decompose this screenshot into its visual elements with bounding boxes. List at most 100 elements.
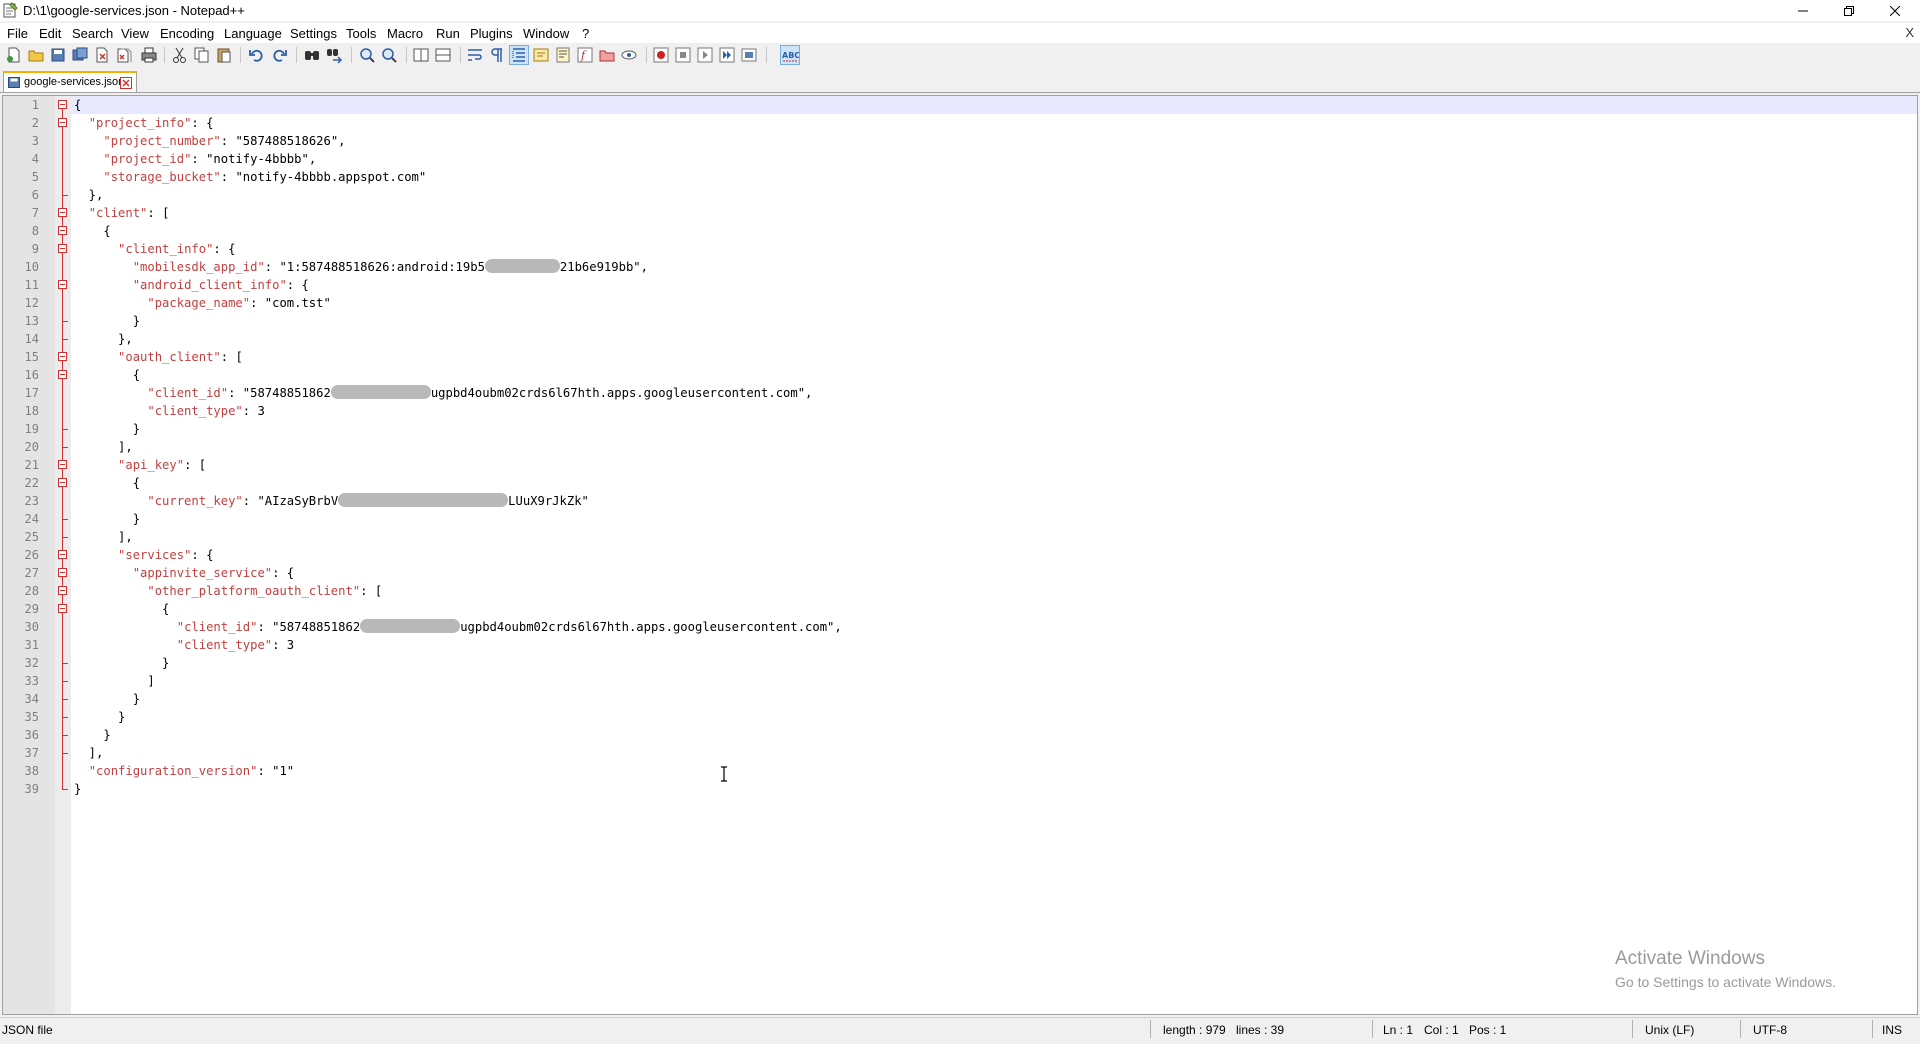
save-icon[interactable] [49,46,67,64]
code-line[interactable]: "project_id": "notify-4bbbb", [71,150,1917,168]
close-document-button[interactable]: X [1905,25,1914,40]
open-file-icon[interactable] [27,46,45,64]
fold-collapse-icon[interactable] [58,226,67,235]
menu-window[interactable]: Window [523,26,569,41]
tab-google-services-json[interactable]: google-services.json [3,71,137,92]
playback-macro-icon[interactable] [696,46,714,64]
print-icon[interactable] [140,46,158,64]
menu-settings[interactable]: Settings [290,26,337,41]
code-line[interactable]: "services": { [71,546,1917,564]
code-line[interactable]: { [71,96,1917,114]
word-wrap-icon[interactable] [466,46,484,64]
code-line[interactable]: "project_number": "587488518626", [71,132,1917,150]
menu-run[interactable]: Run [436,26,460,41]
close-file-icon[interactable] [93,46,111,64]
fold-collapse-icon[interactable] [58,550,67,559]
fold-collapse-icon[interactable] [58,100,67,109]
code-line[interactable]: "client_id": "58748851862 ugpbd4oubm02crd… [71,384,1917,402]
code-line[interactable]: ], [71,528,1917,546]
code-line[interactable]: "api_key": [ [71,456,1917,474]
paste-icon[interactable] [215,46,233,64]
close-tab-icon[interactable] [120,77,132,89]
editor-pane[interactable]: 1 2 3 4 5 6 7 8 9 10 11 12 13 14 15 16 17 18 19 20 21 22 23 24 2… [2,95,1918,1015]
code-line[interactable]: { [71,474,1917,492]
menu-encoding[interactable]: Encoding [160,26,214,41]
fold-collapse-icon[interactable] [58,460,67,469]
folder-as-workspace-icon[interactable] [598,46,616,64]
fold-collapse-icon[interactable] [58,370,67,379]
fold-collapse-icon[interactable] [58,568,67,577]
fold-collapse-icon[interactable] [58,280,67,289]
close-window-button[interactable] [1872,0,1918,21]
copy-icon[interactable] [193,46,211,64]
redo-icon[interactable] [270,46,288,64]
spell-check-icon[interactable]: ABC [780,45,800,65]
menu-language[interactable]: Language [224,26,282,41]
code-line[interactable]: "android_client_info": { [71,276,1917,294]
new-file-icon[interactable] [5,46,23,64]
status-eol-format[interactable]: Unix (LF) [1645,1023,1694,1037]
code-line[interactable]: { [71,600,1917,618]
fold-collapse-icon[interactable] [58,244,67,253]
undo-icon[interactable] [248,46,266,64]
code-line[interactable]: }, [71,186,1917,204]
code-line[interactable]: ], [71,438,1917,456]
code-line[interactable]: "client_type": 3 [71,636,1917,654]
code-line[interactable]: "appinvite_service": { [71,564,1917,582]
document-map-icon[interactable] [554,46,572,64]
menu-plugins[interactable]: Plugins [470,26,513,41]
code-line[interactable]: "configuration_version": "1" [71,762,1917,780]
fold-collapse-icon[interactable] [58,352,67,361]
menu-file[interactable]: File [7,26,28,41]
code-line[interactable]: "storage_bucket": "notify-4bbbb.appspot.… [71,168,1917,186]
define-language-icon[interactable] [532,46,550,64]
restore-button[interactable] [1826,0,1872,21]
save-macro-icon[interactable] [740,46,758,64]
status-encoding[interactable]: UTF-8 [1753,1023,1787,1037]
find-icon[interactable] [303,46,321,64]
function-list-icon[interactable]: f [576,46,594,64]
stop-recording-icon[interactable] [674,46,692,64]
fold-collapse-icon[interactable] [58,478,67,487]
menu-search[interactable]: Search [72,26,113,41]
monitoring-icon[interactable] [620,46,638,64]
indent-guide-icon[interactable] [509,45,529,65]
close-all-icon[interactable] [115,46,133,64]
fold-margin[interactable] [55,96,71,1014]
code-line[interactable]: "client_id": "58748851862 ugpbd4oubm02crd… [71,618,1917,636]
code-line[interactable]: "oauth_client": [ [71,348,1917,366]
menu-view[interactable]: View [121,26,149,41]
code-line[interactable]: } [71,420,1917,438]
code-line[interactable]: "package_name": "com.tst" [71,294,1917,312]
code-line[interactable]: "project_info": { [71,114,1917,132]
sync-horizontal-icon[interactable] [434,46,452,64]
code-line[interactable]: "other_platform_oauth_client": [ [71,582,1917,600]
menu-edit[interactable]: Edit [39,26,61,41]
fold-collapse-icon[interactable] [58,586,67,595]
code-text-area[interactable]: { "project_info": { "project_number": "5… [71,96,1917,1014]
code-line[interactable]: "client": [ [71,204,1917,222]
code-line[interactable]: } [71,654,1917,672]
menu-tools[interactable]: Tools [346,26,376,41]
code-line[interactable]: } [71,708,1917,726]
code-line[interactable]: { [71,222,1917,240]
code-line[interactable]: } [71,690,1917,708]
fold-collapse-icon[interactable] [58,118,67,127]
cut-icon[interactable] [171,46,189,64]
code-line[interactable]: }, [71,330,1917,348]
minimize-button[interactable] [1780,0,1826,21]
status-insert-mode[interactable]: INS [1882,1023,1902,1037]
replace-icon[interactable] [325,46,343,64]
code-line[interactable]: } [71,726,1917,744]
show-all-characters-icon[interactable] [488,46,506,64]
code-line[interactable]: "current_key": "AIzaSyBrbV LUuX9rJkZk" [71,492,1917,510]
code-line[interactable]: ] [71,672,1917,690]
zoom-out-icon[interactable] [380,46,398,64]
code-line[interactable]: } [71,780,1917,798]
fold-collapse-icon[interactable] [58,208,67,217]
code-line[interactable]: } [71,312,1917,330]
code-line[interactable]: "client_type": 3 [71,402,1917,420]
fold-collapse-icon[interactable] [58,604,67,613]
code-line[interactable]: "mobilesdk_app_id": "1:587488518626:andr… [71,258,1917,276]
save-all-icon[interactable] [71,46,89,64]
